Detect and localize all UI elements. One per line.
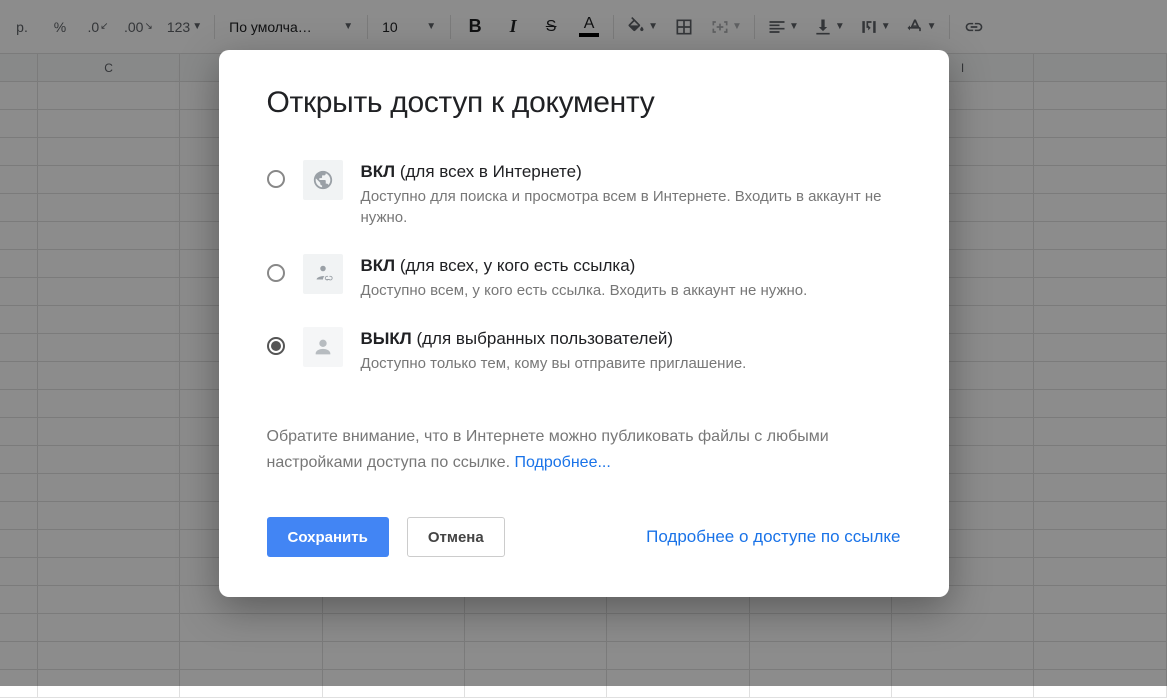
option-desc: Доступно всем, у кого есть ссылка. Входи…: [361, 280, 901, 301]
learn-more-link[interactable]: Подробнее...: [515, 454, 611, 471]
option-desc: Доступно только тем, кому вы отправите п…: [361, 353, 901, 374]
note-text: Обратите внимание, что в Интернете можно…: [267, 424, 901, 475]
cancel-button[interactable]: Отмена: [407, 517, 505, 557]
radio-specific-people[interactable]: [267, 337, 285, 355]
option-public-web: ВКЛ (для всех в Интернете) Доступно для …: [267, 160, 901, 228]
more-about-link-sharing[interactable]: Подробнее о доступе по ссылке: [646, 527, 900, 547]
option-desc: Доступно для поиска и просмотра всем в И…: [361, 186, 901, 228]
globe-icon: [303, 160, 343, 200]
option-title: ВКЛ (для всех в Интернете): [361, 162, 901, 182]
modal-overlay: Открыть доступ к документу ВКЛ (для всех…: [0, 0, 1167, 686]
share-dialog: Открыть доступ к документу ВКЛ (для всех…: [219, 50, 949, 597]
dialog-title: Открыть доступ к документу: [267, 86, 901, 120]
option-title: ВЫКЛ (для выбранных пользователей): [361, 329, 901, 349]
save-button[interactable]: Сохранить: [267, 517, 389, 557]
person-link-icon: [303, 254, 343, 294]
option-anyone-link: ВКЛ (для всех, у кого есть ссылка) Досту…: [267, 254, 901, 301]
person-icon: [303, 327, 343, 367]
radio-public-web[interactable]: [267, 170, 285, 188]
option-title: ВКЛ (для всех, у кого есть ссылка): [361, 256, 901, 276]
dialog-footer: Сохранить Отмена Подробнее о доступе по …: [267, 517, 901, 557]
option-specific-people: ВЫКЛ (для выбранных пользователей) Досту…: [267, 327, 901, 374]
sharing-options: ВКЛ (для всех в Интернете) Доступно для …: [267, 160, 901, 374]
radio-anyone-link[interactable]: [267, 264, 285, 282]
